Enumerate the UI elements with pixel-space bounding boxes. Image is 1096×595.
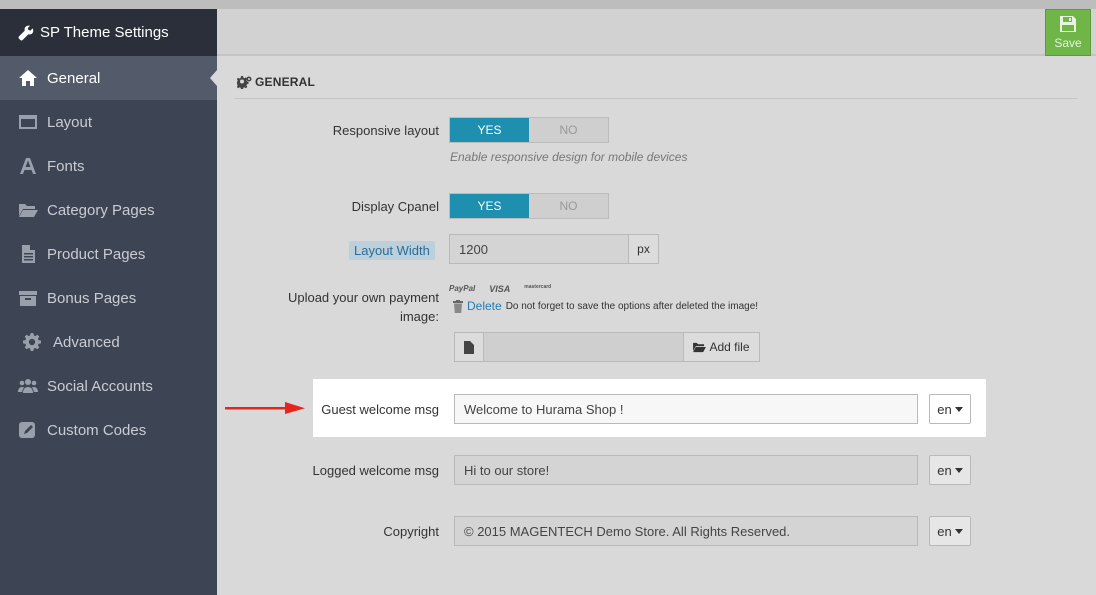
guest-welcome-label: Guest welcome msg (321, 402, 439, 417)
copyright-lang-select[interactable]: en (929, 516, 971, 546)
cpanel-yes-option[interactable]: YES (450, 194, 529, 218)
logged-welcome-label: Logged welcome msg (312, 463, 439, 478)
caret-down-icon (954, 467, 963, 473)
logged-welcome-input[interactable]: Hi to our store! (454, 455, 918, 485)
folder-open-icon (17, 200, 39, 220)
file-icon (17, 244, 39, 264)
gear-icon (21, 332, 43, 352)
paypal-logo: PayPal (449, 284, 476, 293)
section-title: GENERAL (237, 75, 315, 89)
cpanel-no-option[interactable]: NO (529, 194, 608, 218)
visa-logo: VISA (489, 284, 511, 294)
folder-open-icon (693, 342, 707, 352)
sidebar-item-label: Bonus Pages (47, 289, 137, 307)
responsive-no-option[interactable]: NO (529, 118, 608, 142)
sidebar-item-label: General (47, 69, 101, 87)
logged-welcome-lang-select[interactable]: en (929, 455, 971, 485)
sidebar-item-fonts[interactable]: Fonts (0, 144, 217, 188)
payment-image-label: Upload your own payment image: (287, 290, 439, 324)
save-button[interactable]: Save (1045, 9, 1091, 56)
layout-width-input[interactable]: 1200 (449, 234, 629, 264)
main-panel: GENERAL Responsive layout YES NO Enable … (217, 58, 1096, 595)
guest-welcome-input[interactable]: Welcome to Hurama Shop ! (454, 394, 918, 424)
floppy-disk-icon (1060, 16, 1076, 32)
sidebar-item-category-pages[interactable]: Category Pages (0, 188, 217, 232)
sidebar-item-product-pages[interactable]: Product Pages (0, 232, 217, 276)
users-icon (17, 376, 39, 396)
wrench-icon (18, 25, 34, 40)
responsive-help-text: Enable responsive design for mobile devi… (450, 150, 688, 164)
caret-down-icon (954, 406, 963, 412)
sidebar-item-label: Social Accounts (47, 377, 153, 395)
display-cpanel-toggle[interactable]: YES NO (449, 193, 609, 219)
save-button-label: Save (1054, 36, 1082, 50)
responsive-layout-label: Responsive layout (332, 123, 439, 138)
display-cpanel-label: Display Cpanel (351, 199, 439, 214)
file-path-input[interactable] (483, 332, 684, 362)
add-file-button[interactable]: Add file (683, 332, 760, 362)
layout-width-label: Layout Width (349, 241, 435, 260)
home-icon (17, 68, 39, 88)
responsive-yes-option[interactable]: YES (450, 118, 529, 142)
delete-link[interactable]: Delete (467, 299, 502, 313)
sidebar-title: SP Theme Settings (40, 24, 169, 41)
layout-width-unit: px (628, 234, 659, 264)
sidebar-item-advanced[interactable]: Advanced (0, 320, 217, 364)
sidebar: SP Theme Settings General Layout Fonts C… (0, 9, 217, 595)
gears-icon (237, 75, 252, 89)
delete-row: Delete Do not forget to save the options… (453, 299, 758, 313)
sidebar-item-label: Custom Codes (47, 421, 147, 439)
sidebar-item-custom-codes[interactable]: Custom Codes (0, 408, 217, 452)
caret-down-icon (954, 528, 963, 534)
sidebar-item-social-accounts[interactable]: Social Accounts (0, 364, 217, 408)
top-strip (0, 0, 1096, 9)
sidebar-item-label: Category Pages (47, 201, 155, 219)
sidebar-item-label: Product Pages (47, 245, 146, 263)
sidebar-item-label: Layout (47, 113, 93, 131)
edit-icon (17, 420, 39, 440)
sidebar-item-layout[interactable]: Layout (0, 100, 217, 144)
file-type-icon-box (454, 332, 484, 362)
font-icon (17, 156, 39, 176)
sidebar-item-bonus-pages[interactable]: Bonus Pages (0, 276, 217, 320)
sidebar-item-general[interactable]: General (0, 56, 217, 100)
copyright-label: Copyright (383, 524, 439, 539)
layout-icon (17, 112, 39, 132)
responsive-layout-toggle[interactable]: YES NO (449, 117, 609, 143)
archive-icon (17, 288, 39, 308)
header-bar: Save (217, 9, 1096, 56)
sidebar-item-label: Advanced (53, 333, 120, 351)
guest-welcome-lang-select[interactable]: en (929, 394, 971, 424)
section-divider (235, 98, 1077, 99)
sidebar-item-label: Fonts (47, 157, 85, 175)
payment-logos: PayPal VISA mastercard (449, 284, 551, 294)
trash-icon (453, 299, 463, 313)
file-icon (464, 340, 474, 354)
delete-note: Do not forget to save the options after … (505, 300, 759, 312)
copyright-input[interactable]: © 2015 MAGENTECH Demo Store. All Rights … (454, 516, 918, 546)
sidebar-header: SP Theme Settings (0, 9, 217, 56)
mastercard-logo: mastercard (524, 284, 552, 290)
